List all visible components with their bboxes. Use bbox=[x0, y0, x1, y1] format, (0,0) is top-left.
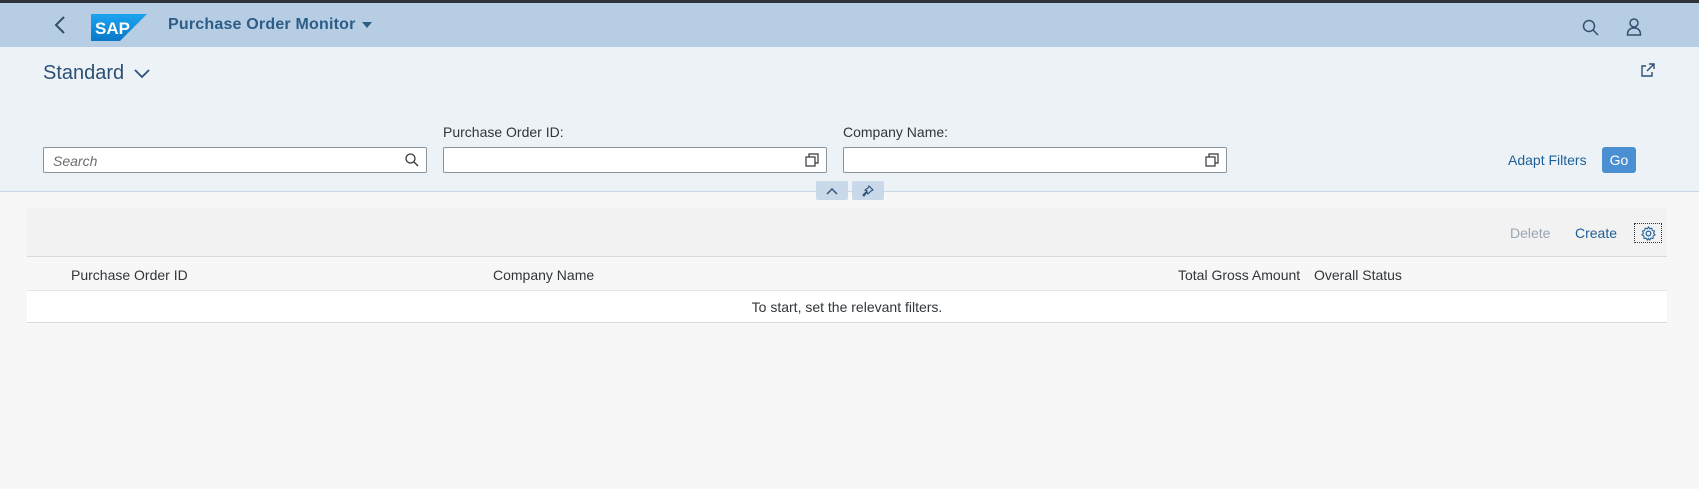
company-name-value-help[interactable] bbox=[1204, 152, 1220, 168]
table-toolbar bbox=[27, 208, 1667, 256]
purchase-order-id-field[interactable] bbox=[443, 147, 827, 173]
dropdown-triangle-icon bbox=[361, 22, 372, 28]
pin-header-button[interactable] bbox=[852, 181, 884, 200]
sap-logo[interactable]: SAP bbox=[91, 14, 147, 41]
no-data-text: To start, set the relevant filters. bbox=[751, 299, 943, 315]
purchase-order-value-help[interactable] bbox=[804, 152, 820, 168]
app-title: Purchase Order Monitor bbox=[168, 16, 356, 33]
variant-title: Standard bbox=[43, 62, 125, 84]
value-help-icon bbox=[805, 153, 819, 167]
create-button[interactable]: Create bbox=[1575, 225, 1617, 241]
search-input[interactable]: Search bbox=[43, 147, 427, 173]
shell-search-button[interactable] bbox=[1578, 15, 1602, 39]
table-no-data-row: To start, set the relevant filters. bbox=[27, 291, 1667, 323]
search-placeholder: Search bbox=[53, 153, 98, 169]
value-help-icon bbox=[1205, 153, 1219, 167]
search-icon bbox=[1582, 19, 1599, 36]
search-icon bbox=[405, 153, 419, 167]
adapt-filters-button[interactable]: Adapt Filters bbox=[1508, 152, 1587, 168]
purchase-order-id-label: Purchase Order ID: bbox=[443, 124, 564, 140]
shell-bar: SAP Purchase Order Monitor bbox=[0, 3, 1699, 47]
table-settings-button[interactable] bbox=[1634, 223, 1662, 243]
pin-icon bbox=[862, 184, 874, 197]
user-icon bbox=[1626, 18, 1642, 36]
column-header[interactable]: Total Gross Amount bbox=[1178, 267, 1300, 283]
sap-logo-text: SAP bbox=[95, 19, 130, 38]
share-icon bbox=[1641, 63, 1655, 77]
collapse-header-button[interactable] bbox=[816, 181, 848, 200]
user-menu-button[interactable] bbox=[1622, 15, 1646, 39]
company-name-field[interactable] bbox=[843, 147, 1227, 173]
delete-button[interactable]: Delete bbox=[1510, 225, 1550, 241]
share-button[interactable] bbox=[1638, 60, 1658, 80]
chevron-down-icon bbox=[134, 68, 150, 78]
search-input-button[interactable] bbox=[404, 152, 420, 168]
table-header-row: Purchase Order ID Company Name Total Gro… bbox=[27, 256, 1667, 291]
column-header[interactable]: Company Name bbox=[493, 267, 594, 283]
collapse-icon bbox=[826, 187, 838, 194]
go-label: Go bbox=[1609, 152, 1629, 168]
column-header[interactable]: Purchase Order ID bbox=[71, 267, 188, 283]
company-name-label: Company Name: bbox=[843, 124, 949, 140]
app-title-menu[interactable]: Purchase Order Monitor bbox=[168, 16, 372, 34]
settings-icon bbox=[1640, 225, 1656, 241]
back-button[interactable] bbox=[48, 13, 72, 37]
variant-management[interactable]: Standard bbox=[43, 62, 150, 85]
column-header[interactable]: Overall Status bbox=[1314, 267, 1402, 283]
back-icon bbox=[54, 16, 65, 34]
go-button[interactable]: Go bbox=[1602, 147, 1636, 173]
